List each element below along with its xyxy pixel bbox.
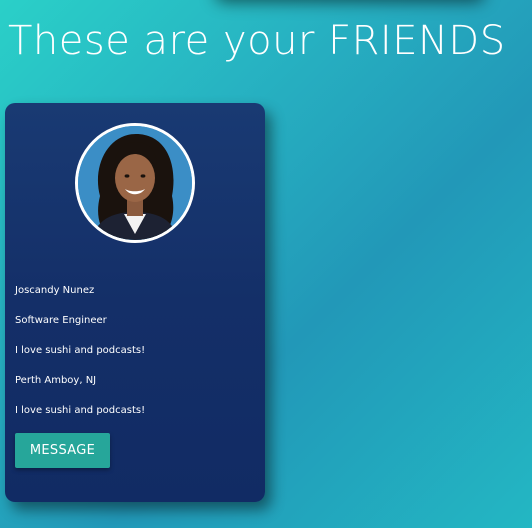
page-title: These are your FRIENDS: [8, 18, 506, 64]
friend-bio-repeat: I love sushi and podcasts!: [15, 405, 146, 416]
friend-location: Perth Amboy, NJ: [15, 375, 97, 386]
friend-card: Joscandy Nunez Software Engineer I love …: [5, 103, 265, 502]
friend-bio: I love sushi and podcasts!: [15, 345, 146, 356]
friend-occupation: Software Engineer: [15, 315, 107, 326]
avatar: [75, 123, 195, 243]
friend-name: Joscandy Nunez: [15, 285, 95, 296]
profile-photo-icon: [78, 126, 192, 240]
message-button[interactable]: MESSAGE: [15, 433, 110, 468]
top-shadow-decoration: [215, 0, 485, 2]
